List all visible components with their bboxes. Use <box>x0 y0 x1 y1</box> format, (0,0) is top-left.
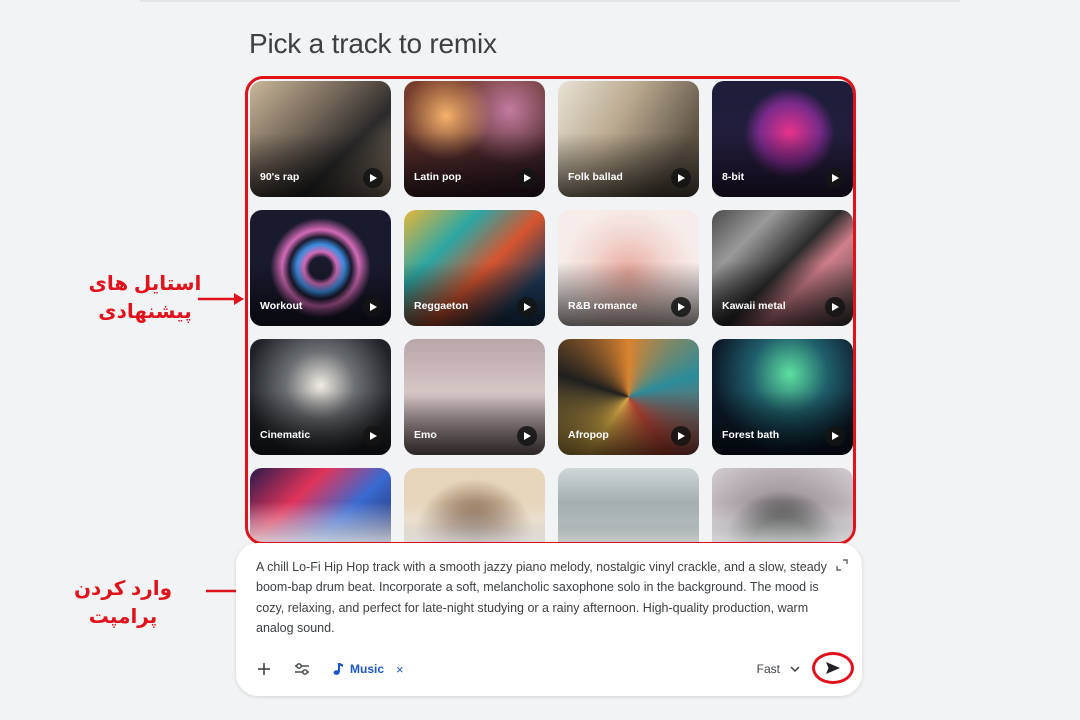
track-label: Afropop <box>568 429 609 441</box>
track-card[interactable]: Kawaii metal <box>712 210 853 326</box>
chevron-down-icon <box>790 666 800 672</box>
play-icon[interactable] <box>363 426 383 446</box>
track-card[interactable] <box>558 468 699 542</box>
prompt-box: A chill Lo-Fi Hip Hop track with a smoot… <box>236 543 862 696</box>
track-card[interactable]: Latin pop <box>404 81 545 197</box>
play-icon[interactable] <box>671 297 691 317</box>
track-label: Emo <box>414 429 437 441</box>
track-label: 90's rap <box>260 171 300 183</box>
send-button[interactable] <box>812 652 854 684</box>
plus-icon <box>258 663 270 675</box>
play-icon[interactable] <box>825 297 845 317</box>
track-card[interactable]: Workout <box>250 210 391 326</box>
speed-label: Fast <box>756 662 780 676</box>
track-card[interactable]: Emo <box>404 339 545 455</box>
tools-button[interactable] <box>292 659 312 679</box>
track-label: Cinematic <box>260 429 311 441</box>
page-title: Pick a track to remix <box>249 28 497 59</box>
play-icon[interactable] <box>825 168 845 188</box>
expand-icon[interactable] <box>836 559 848 571</box>
tune-icon <box>295 663 309 675</box>
track-card[interactable]: 8-bit <box>712 81 853 197</box>
track-card[interactable]: R&B romance <box>558 210 699 326</box>
music-note-icon <box>333 663 343 675</box>
track-label: Folk ballad <box>568 171 623 183</box>
track-card-overlay <box>558 520 699 542</box>
track-card-overlay <box>250 520 391 542</box>
track-card[interactable] <box>712 468 853 542</box>
track-card[interactable]: Cinematic <box>250 339 391 455</box>
play-icon[interactable] <box>363 168 383 188</box>
track-card[interactable]: Folk ballad <box>558 81 699 197</box>
track-label: Workout <box>260 300 303 312</box>
track-card-overlay <box>404 520 545 542</box>
music-chip-label: Music <box>350 662 385 676</box>
play-icon[interactable] <box>517 426 537 446</box>
annotation-enter-prompt: وارد کردن پرامپت <box>73 578 173 628</box>
suggested-styles-highlight: 90's rap Latin pop Folk ballad 8-bit Workout… <box>245 76 856 545</box>
annotation-arrow-styles <box>198 293 244 305</box>
track-label: Latin pop <box>414 171 462 183</box>
send-icon <box>826 662 840 674</box>
play-icon[interactable] <box>363 297 383 317</box>
track-label: Forest bath <box>722 429 780 441</box>
add-button[interactable] <box>254 659 274 679</box>
track-card[interactable]: Afropop <box>558 339 699 455</box>
track-card-overlay <box>712 520 853 542</box>
annotation-suggested-styles: استایل های پیشنهادی <box>88 273 202 323</box>
track-card[interactable] <box>250 468 391 542</box>
track-card[interactable]: Forest bath <box>712 339 853 455</box>
track-card[interactable]: Reggaeton <box>404 210 545 326</box>
track-label: Reggaeton <box>414 300 469 312</box>
track-label: R&B romance <box>568 300 638 312</box>
prompt-input[interactable]: A chill Lo-Fi Hip Hop track with a smoot… <box>256 557 836 638</box>
play-icon[interactable] <box>517 168 537 188</box>
track-card[interactable]: 90's rap <box>250 81 391 197</box>
speed-dropdown[interactable]: Fast <box>757 659 800 679</box>
play-icon[interactable] <box>517 297 537 317</box>
top-divider <box>140 0 960 2</box>
play-icon[interactable] <box>671 168 691 188</box>
track-label: 8-bit <box>722 171 745 183</box>
play-icon[interactable] <box>671 426 691 446</box>
track-label: Kawaii metal <box>722 300 786 312</box>
music-chip[interactable]: Music × <box>332 659 404 679</box>
track-grid: 90's rap Latin pop Folk ballad 8-bit Workout… <box>250 81 853 542</box>
track-card[interactable] <box>404 468 545 542</box>
play-icon[interactable] <box>825 426 845 446</box>
close-icon[interactable]: × <box>396 662 404 677</box>
